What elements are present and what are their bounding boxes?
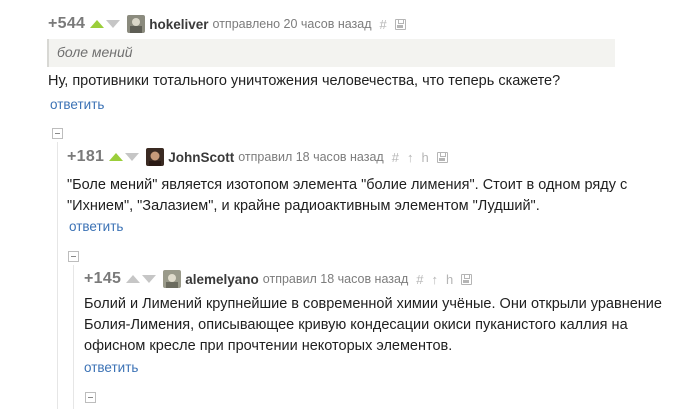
comment-header: +181 JohnScott отправил 18 часов назад #… xyxy=(67,145,448,169)
comment-rating: +145 xyxy=(84,270,122,287)
hide-comment-icon[interactable]: h xyxy=(446,272,453,287)
save-icon[interactable] xyxy=(436,151,448,163)
comment-timestamp: отправил 18 часов назад xyxy=(238,150,384,164)
permalink-icon[interactable]: # xyxy=(380,17,387,32)
comment-timestamp: отправил 18 часов назад xyxy=(262,272,409,286)
reply-link[interactable]: ответить xyxy=(69,219,123,234)
comment-text-line: Ну, противники тотального уничтожения че… xyxy=(48,73,561,89)
save-icon[interactable] xyxy=(461,273,473,285)
avatar[interactable] xyxy=(127,15,146,33)
avatar[interactable] xyxy=(146,148,165,166)
thread-line[interactable] xyxy=(57,142,58,409)
comment-text-line: "Боле мений" является изотопом элемента … xyxy=(67,177,628,193)
username[interactable]: JohnScott xyxy=(168,150,234,165)
hide-comment-icon[interactable]: h xyxy=(421,150,428,165)
upvote-icon[interactable] xyxy=(109,153,124,161)
collapse-thread-button[interactable] xyxy=(68,251,79,262)
thread-line[interactable] xyxy=(73,265,74,409)
downvote-icon[interactable] xyxy=(142,275,157,283)
reply-link[interactable]: ответить xyxy=(50,97,104,112)
avatar[interactable] xyxy=(163,270,182,288)
comment-text-line: Болий и Лимений крупнейшие в современной… xyxy=(84,296,662,312)
parent-comment-icon[interactable]: ↑ xyxy=(431,272,438,287)
reply-link[interactable]: ответить xyxy=(84,360,138,375)
permalink-icon[interactable]: # xyxy=(416,272,423,287)
save-icon[interactable] xyxy=(394,18,406,30)
parent-comment-icon[interactable]: ↑ xyxy=(407,150,414,165)
username[interactable]: hokeliver xyxy=(149,17,208,32)
downvote-icon[interactable] xyxy=(125,153,140,161)
upvote-icon[interactable] xyxy=(126,275,141,283)
comment-text-line: "Ихнием", "Залазием", и крайне радиоакти… xyxy=(67,198,540,214)
permalink-icon[interactable]: # xyxy=(392,150,399,165)
comment-text: Ну, противники тотального уничтожения че… xyxy=(48,71,560,92)
comment-header: +145 alemelyano отправил 18 часов назад … xyxy=(84,267,473,291)
comment-text-line: офисном кресле при прочтении некоторых э… xyxy=(84,338,453,354)
comment-text: "Боле мений" является изотопом элемента … xyxy=(67,175,627,217)
quote-block: боле мений xyxy=(47,39,615,67)
downvote-icon[interactable] xyxy=(106,20,121,28)
collapse-thread-button[interactable] xyxy=(52,128,63,139)
comment-timestamp: отправлено 20 часов назад xyxy=(212,17,372,31)
upvote-icon[interactable] xyxy=(90,20,105,28)
comment-text-line: Болия-Лимения, описывающее кривую кондес… xyxy=(84,317,628,333)
comment-text: Болий и Лимений крупнейшие в современной… xyxy=(84,294,662,357)
comment-rating: +181 xyxy=(67,148,105,165)
comment-header: +544 hokeliver отправлено 20 часов назад… xyxy=(48,12,406,36)
username[interactable]: alemelyano xyxy=(185,272,259,287)
collapse-thread-button[interactable] xyxy=(85,392,96,403)
comment-rating: +544 xyxy=(48,15,86,32)
